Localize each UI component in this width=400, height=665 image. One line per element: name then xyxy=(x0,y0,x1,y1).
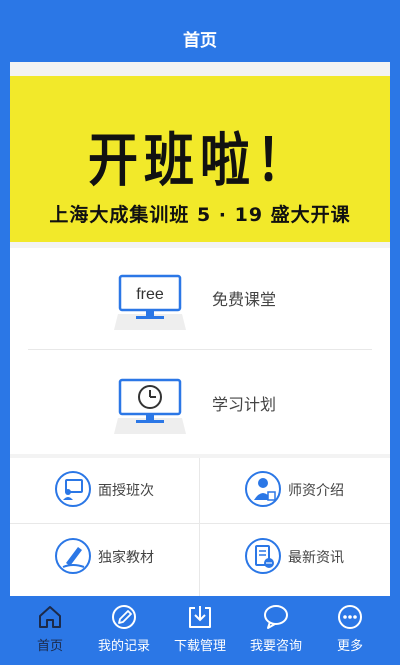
grid-item-materials[interactable]: 独家教材 xyxy=(10,525,200,589)
free-class-item[interactable]: free 免费课堂 xyxy=(10,248,390,348)
tab-more[interactable]: 更多 xyxy=(310,597,390,665)
tab-label: 我的记录 xyxy=(97,639,150,654)
study-plan-label: 学习计划 xyxy=(212,395,277,414)
clock-monitor-icon xyxy=(114,378,186,434)
tab-home[interactable]: 首页 xyxy=(10,597,90,665)
free-class-label: 免费课堂 xyxy=(212,290,277,309)
page-title: 首页 xyxy=(183,31,217,51)
grid-divider-horizontal xyxy=(10,523,390,524)
banner-subtitle: 上海大成集训班 5 · 19 盛大开课 xyxy=(49,204,351,226)
grid-item-classes[interactable]: 面授班次 xyxy=(10,458,200,522)
tab-label: 更多 xyxy=(336,639,363,654)
news-icon xyxy=(245,538,281,574)
tab-downloads[interactable]: 下载管理 xyxy=(160,597,240,665)
tab-label: 我要咨询 xyxy=(249,639,302,654)
grid-item-news[interactable]: 最新资讯 xyxy=(200,525,390,589)
home-icon xyxy=(39,606,61,628)
teacher-board-icon xyxy=(55,471,91,507)
category-grid: 面授班次 师资介绍 独家教材 最新资讯 xyxy=(10,458,390,596)
pen-icon xyxy=(55,538,91,574)
tab-label: 下载管理 xyxy=(173,639,226,654)
chat-icon xyxy=(264,605,288,629)
grid-item-teachers[interactable]: 师资介绍 xyxy=(200,458,390,522)
person-icon xyxy=(245,471,281,507)
free-monitor-icon: free xyxy=(114,274,186,330)
divider xyxy=(28,349,372,350)
feature-card: free 免费课堂 学习计划 xyxy=(10,248,390,454)
tab-label: 首页 xyxy=(36,639,63,654)
bottom-tab-bar: 首页 我的记录 下载管理 我要咨询 更多 xyxy=(0,597,400,665)
free-monitor-text: free xyxy=(136,286,164,303)
banner-title: 开班啦！ xyxy=(88,127,312,194)
more-icon xyxy=(338,605,362,629)
main-content: 开班啦！ 上海大成集训班 5 · 19 盛大开课 free 免费课堂 学习计划 … xyxy=(10,62,390,596)
promo-banner[interactable]: 开班啦！ 上海大成集训班 5 · 19 盛大开课 xyxy=(10,76,390,242)
grid-item-label: 独家教材 xyxy=(98,550,154,566)
grid-item-label: 师资介绍 xyxy=(288,483,344,499)
grid-item-label: 最新资讯 xyxy=(288,550,344,566)
app-header: 首页 xyxy=(0,0,400,68)
study-plan-item[interactable]: 学习计划 xyxy=(10,354,390,454)
tab-consult[interactable]: 我要咨询 xyxy=(236,597,316,665)
pencil-icon xyxy=(112,605,136,629)
grid-item-label: 面授班次 xyxy=(98,483,154,499)
tab-my-records[interactable]: 我的记录 xyxy=(84,597,164,665)
download-icon xyxy=(189,606,211,628)
